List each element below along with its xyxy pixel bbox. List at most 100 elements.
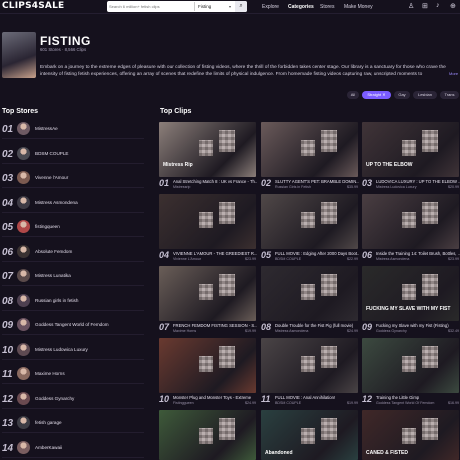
clip-title[interactable]: Double Trouble for the Fist Pig (full mo…	[275, 323, 359, 328]
search-button[interactable]: ⌕	[235, 1, 247, 12]
clip-title[interactable]: FRENCH FEMDOM FISTING SESSION - S...	[173, 323, 257, 328]
store-name[interactable]: Mistress Ludowica Luxury	[35, 347, 88, 352]
clip-card[interactable]: 04 VIVIENNE L'AMOUR - THE GREEDIEST R... V…	[159, 194, 257, 265]
store-row[interactable]: 10 Mistress Ludowica Luxury	[2, 342, 144, 360]
store-name[interactable]: Mistress Asmondena	[35, 200, 78, 205]
clip-store[interactable]: Mistress Asmondena	[376, 257, 436, 261]
clip-card[interactable]: 10 Monster Plug and Monster Toys - Extrem…	[159, 338, 256, 409]
store-name[interactable]: Maxime Horns	[35, 371, 65, 376]
clip-thumbnail[interactable]	[159, 194, 256, 249]
clip-card[interactable]: 05 FULL MOVIE : Edging After 2000 Days Bo…	[261, 194, 359, 265]
bell-icon[interactable]: ♪	[436, 2, 440, 9]
clip-card[interactable]: Abandoned	[261, 410, 358, 460]
clip-card[interactable]: UP TO THE ELBOW 03 LUDOVICA LUXURY : UP TO…	[362, 122, 460, 193]
clip-store[interactable]: Mistress Ludovica Luxury	[376, 185, 436, 189]
nav-categories[interactable]: Categories	[288, 4, 314, 10]
clip-title[interactable]: FULL MOVIE : Anal Annihilation!	[275, 395, 359, 400]
clip-store[interactable]: Vivienne L'Amour	[173, 257, 233, 261]
store-name[interactable]: BDSM COUPLE	[35, 151, 68, 156]
clip-thumbnail[interactable]: UP TO THE ELBOW	[362, 122, 459, 177]
cart-icon[interactable]: ⊕	[450, 2, 456, 10]
clip-thumbnail[interactable]	[261, 266, 358, 321]
clip-card[interactable]	[159, 410, 256, 460]
store-row[interactable]: 04 Mistress Asmondena	[2, 195, 144, 213]
clip-store[interactable]: Mistress Asmondena	[275, 329, 335, 333]
store-row[interactable]: 13 fetish garage	[2, 415, 144, 433]
clip-thumbnail[interactable]: CANED & FISTED	[362, 410, 459, 460]
clip-thumbnail[interactable]: Mistress Rip	[159, 122, 256, 177]
clip-card[interactable]: 12 Training the Little Gimp Goddess Tangen…	[362, 338, 459, 409]
store-name[interactable]: Russian girls in fetish	[35, 298, 78, 303]
store-name[interactable]: fistingqueen	[35, 224, 60, 229]
clip-card[interactable]: 02 SLUTTY AGENT'S PET: BRAMBLE DOMIN... Ru…	[261, 122, 359, 193]
store-name[interactable]: Mistress Lunatika	[35, 273, 71, 278]
clip-thumbnail[interactable]	[159, 338, 256, 393]
clip-store[interactable]: Goddess Tangent World Of Femdom	[376, 401, 436, 405]
store-row[interactable]: 02 BDSM COUPLE	[2, 146, 144, 164]
site-logo[interactable]: CLIPS4SALE	[2, 1, 64, 11]
store-row[interactable]: 08 Russian girls in fetish	[2, 293, 144, 311]
store-name[interactable]: fetish garage	[35, 420, 62, 425]
store-name[interactable]: Absolute Femdom	[35, 249, 72, 254]
store-row[interactable]: 12 Goddess Gynarchy	[2, 391, 144, 409]
clip-store[interactable]: Mistressrip	[173, 185, 233, 189]
close-icon[interactable]: ✕	[382, 92, 385, 97]
clip-title[interactable]: FULL MOVIE : Edging After 2000 Days Boot…	[275, 251, 359, 256]
nav-stores[interactable]: Stores	[320, 4, 334, 10]
store-name[interactable]: Vivenne l'Amour	[35, 175, 68, 180]
clip-store[interactable]: Goddess Gynarchy	[376, 329, 436, 333]
clip-store[interactable]: Maxime Horns	[173, 329, 233, 333]
store-row[interactable]: 09 Goddess Tangent World of Femdom	[2, 317, 144, 335]
clip-title[interactable]: Inside the Training 14: Toilet Brush, Bo…	[376, 251, 460, 256]
clip-card[interactable]: 08 Double Trouble for the Fist Pig (full …	[261, 266, 358, 337]
clip-card[interactable]: Mistress Rip 01 Anal Stretching Match 8 : …	[159, 122, 257, 193]
bookmark-icon[interactable]: ⊞	[422, 2, 428, 10]
clip-title[interactable]: Fucking my Slave with my Fist (Fisting)	[376, 323, 460, 328]
clip-card[interactable]: 11 FULL MOVIE : Anal Annihilation! BDSM CO…	[261, 338, 358, 409]
filter-all[interactable]: All	[347, 91, 359, 99]
search-input[interactable]	[109, 2, 193, 11]
clip-thumbnail[interactable]	[159, 410, 256, 460]
clip-store[interactable]: BDSM COUPLE	[275, 401, 335, 405]
more-link[interactable]: More	[449, 71, 458, 76]
clip-thumbnail[interactable]	[261, 122, 358, 177]
clip-card[interactable]: CANED & FISTED	[362, 410, 459, 460]
nav-explore[interactable]: Explore	[262, 4, 279, 10]
clip-title[interactable]: VIVIENNE L'AMOUR - THE GREEDIEST R...	[173, 251, 257, 256]
clip-title[interactable]: Anal Stretching Match 8 : UK vs France -…	[173, 179, 257, 184]
store-name[interactable]: MistressAe	[35, 126, 58, 131]
clip-store[interactable]: BDSM COUPLE	[275, 257, 335, 261]
nav-make-money[interactable]: Make Money	[344, 4, 373, 10]
store-row[interactable]: 14 AmberKawaii	[2, 440, 144, 458]
store-name[interactable]: Goddess Gynarchy	[35, 396, 74, 401]
store-row[interactable]: 03 Vivenne l'Amour	[2, 170, 144, 188]
clip-card[interactable]: 07 FRENCH FEMDOM FISTING SESSION - S... Ma…	[159, 266, 257, 337]
store-name[interactable]: AmberKawaii	[35, 445, 62, 450]
clip-thumbnail[interactable]: Abandoned	[261, 410, 358, 460]
filter-gay[interactable]: Gay	[394, 91, 410, 99]
clip-thumbnail[interactable]	[362, 194, 459, 249]
filter-straight[interactable]: Straight ✕	[362, 91, 391, 99]
clip-title[interactable]: Training the Little Gimp	[376, 395, 460, 400]
clip-title[interactable]: LUDOVICA LUXURY : UP TO THE ELBOW ...	[376, 179, 460, 184]
store-name[interactable]: Goddess Tangent World of Femdom	[35, 322, 109, 327]
clip-card[interactable]: FUCKING MY SLAVE WITH MY FIST 09 Fucking m…	[362, 266, 459, 337]
clip-store[interactable]: Fistinggueen	[173, 401, 233, 405]
store-row[interactable]: 06 Absolute Femdom	[2, 244, 144, 262]
store-row[interactable]: 11 Maxime Horns	[2, 366, 144, 384]
clip-thumbnail[interactable]: FUCKING MY SLAVE WITH MY FIST	[362, 266, 459, 321]
store-row[interactable]: 07 Mistress Lunatika	[2, 268, 144, 286]
user-icon[interactable]: ♙	[408, 2, 414, 10]
clip-thumbnail[interactable]	[362, 338, 459, 393]
search-scope-select[interactable]: Fisting ▾	[194, 2, 234, 11]
store-row[interactable]: 01 MistressAe	[2, 121, 144, 139]
clip-thumbnail[interactable]	[261, 194, 358, 249]
store-row[interactable]: 05 fistingqueen	[2, 219, 144, 237]
clip-thumbnail[interactable]	[159, 266, 256, 321]
filter-lesbian[interactable]: Lesbian	[413, 91, 437, 99]
clip-thumbnail[interactable]	[261, 338, 358, 393]
filter-trans[interactable]: Trans	[440, 91, 459, 99]
clip-card[interactable]: 06 Inside the Training 14: Toilet Brush, …	[362, 194, 460, 265]
clip-store[interactable]: Russian Girls in Fetish	[275, 185, 335, 189]
clip-title[interactable]: Monster Plug and Monster Toys - Extreme	[173, 395, 257, 400]
